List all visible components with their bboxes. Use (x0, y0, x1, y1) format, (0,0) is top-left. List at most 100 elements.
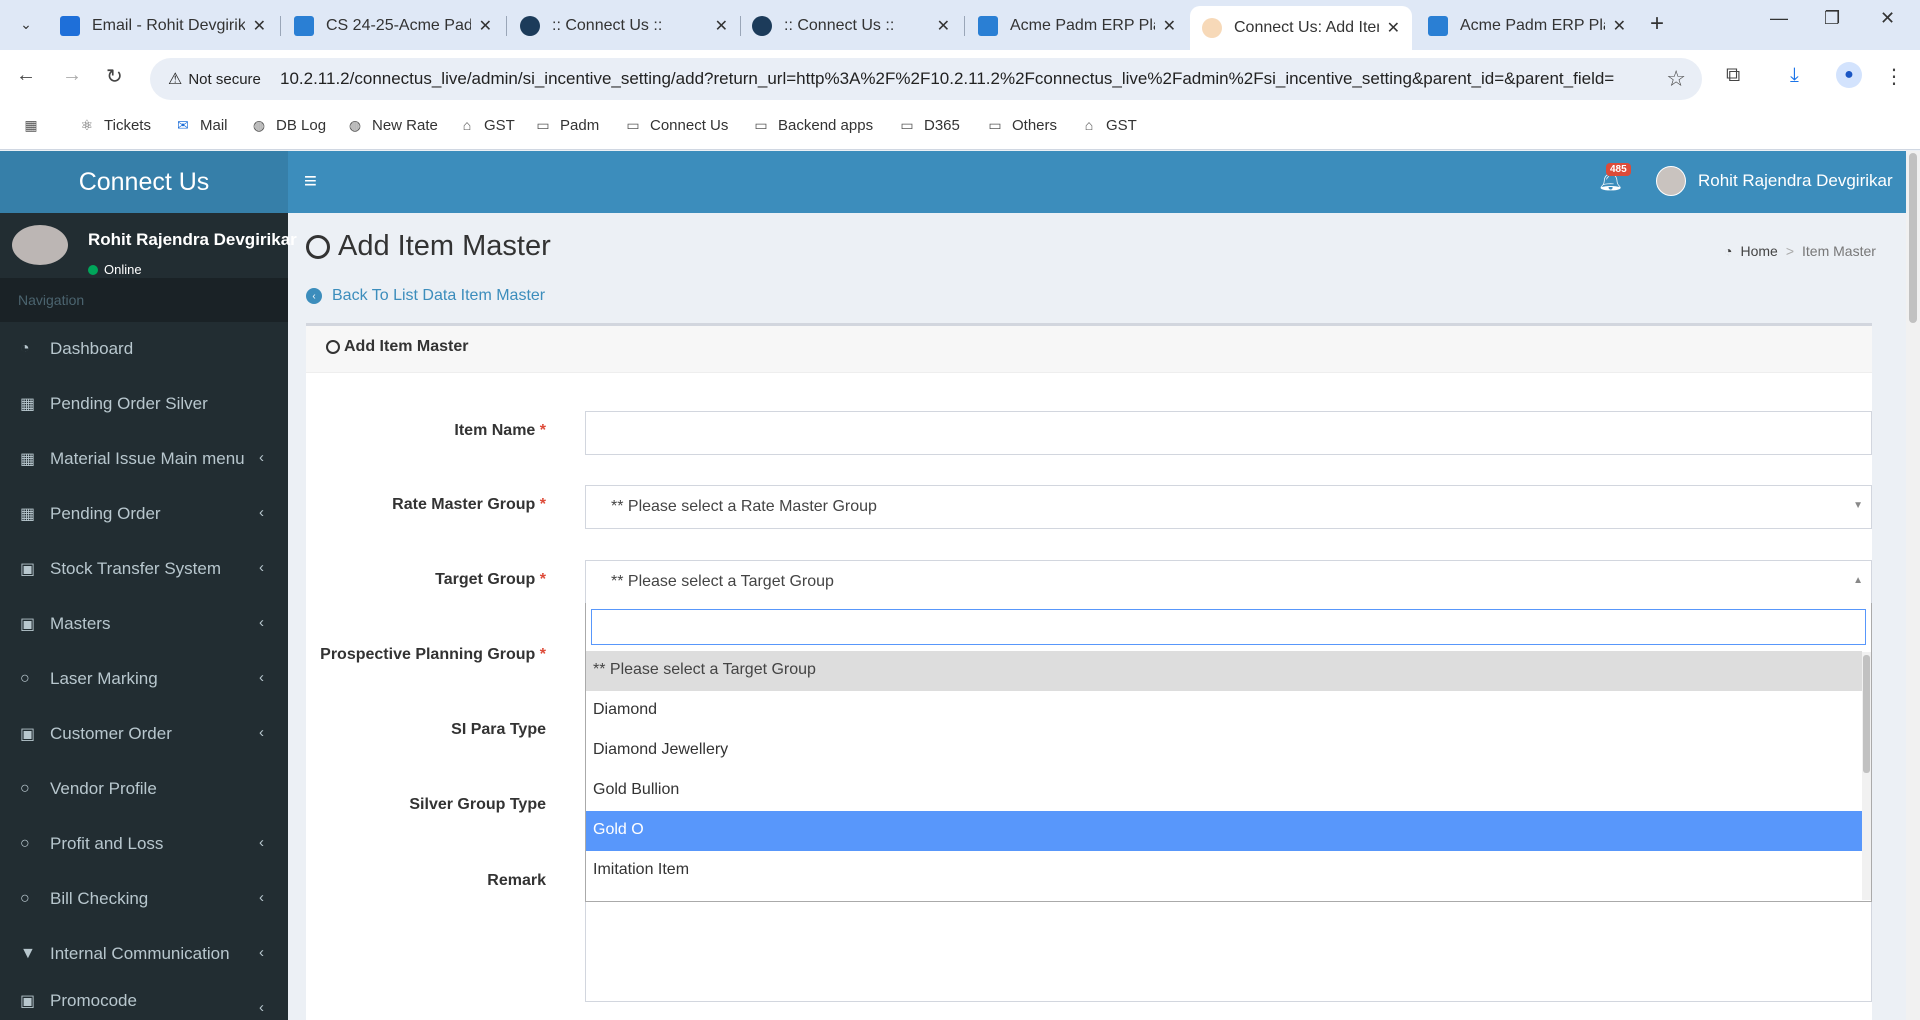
bookmark-folder[interactable]: ▭ D365 (898, 116, 959, 134)
apps-grid-icon[interactable]: ▦ (22, 116, 48, 134)
breadcrumb-home[interactable]: Home (1740, 243, 1777, 259)
not-secure-chip[interactable]: ⚠ Not secure (168, 69, 261, 89)
sidebar-item-internal-communication[interactable]: ▼ Internal Communication ‹ (0, 926, 288, 981)
reload-icon[interactable]: ↻ (106, 64, 123, 89)
close-tab-icon[interactable]: ✕ (937, 16, 950, 36)
breadcrumb-current: Item Master (1802, 243, 1876, 259)
close-tab-icon[interactable]: ✕ (1387, 18, 1400, 38)
sidebar-item-promocode[interactable]: ▣ Promocode ‹ (0, 981, 288, 1020)
extensions-icon[interactable]: ⧉ (1726, 64, 1740, 87)
money-icon: ▣ (20, 560, 36, 578)
dashboard-icon: ◔ (1724, 243, 1733, 259)
dropdown-option[interactable]: Imitation Item (586, 851, 1862, 891)
browser-tab[interactable]: CS 24-25-Acme Padm ✕ (282, 6, 504, 46)
restore-icon[interactable]: ❐ (1824, 8, 1840, 29)
address-bar[interactable]: ⚠ Not secure 10.2.11.2/connectus_live/adm… (150, 58, 1702, 100)
back-arrow-icon[interactable]: ← (16, 64, 36, 87)
sidebar-user-name: Rohit Rajendra Devgirikar (88, 230, 297, 249)
close-tab-icon[interactable]: ✕ (479, 16, 492, 36)
new-tab-button[interactable]: + (1650, 10, 1664, 38)
bookmark-star-icon[interactable]: ☆ (1666, 66, 1686, 92)
forward-arrow-icon[interactable]: → (62, 64, 82, 87)
page-scroll-thumb[interactable] (1909, 153, 1917, 323)
sidebar-item-bill-checking[interactable]: ○ Bill Checking ‹ (0, 871, 288, 926)
sidebar-item-pending-order[interactable]: ▦ Pending Order ‹ (0, 486, 288, 541)
dropdown-option[interactable]: Diamond (586, 691, 1862, 731)
close-tab-icon[interactable]: ✕ (1613, 16, 1626, 36)
close-tab-icon[interactable]: ✕ (1163, 16, 1176, 36)
sidebar-item-stock-transfer[interactable]: ▣ Stock Transfer System ‹ (0, 541, 288, 596)
avatar[interactable] (1656, 166, 1686, 196)
sidebar-item-vendor-profile[interactable]: ○ Vendor Profile (0, 761, 288, 816)
circle-icon: ○ (20, 834, 30, 852)
warning-icon: ⚠ (168, 71, 183, 88)
back-to-list-link[interactable]: ‹ Back To List Data Item Master (306, 287, 545, 305)
chevron-left-icon: ‹ (259, 999, 264, 1016)
header-user-name[interactable]: Rohit Rajendra Devgirikar (1698, 171, 1893, 191)
app-logo[interactable]: Connect Us (0, 151, 288, 213)
sidebar-item-profit-and-loss[interactable]: ○ Profit and Loss ‹ (0, 816, 288, 871)
download-icon[interactable]: ⤓ (1790, 64, 1799, 87)
browser-tab-active[interactable]: Connect Us: Add Iten ✕ (1190, 6, 1412, 50)
erp-favicon-icon (294, 16, 314, 36)
close-window-icon[interactable]: ✕ (1880, 8, 1895, 29)
circle-icon (326, 340, 340, 354)
globe-icon: ◍ (252, 116, 266, 133)
item-name-input[interactable] (585, 411, 1872, 455)
nav-header: Navigation (0, 278, 288, 322)
dropdown-option[interactable]: Gold Bullion (586, 771, 1862, 811)
browser-tab[interactable]: Acme Padm ERP Plat ✕ (966, 6, 1188, 46)
dropdown-option[interactable]: Diamond Jewellery (586, 731, 1862, 771)
browser-tab[interactable]: Email - Rohit Devgirik ✕ (48, 6, 278, 46)
bookmark-item[interactable]: ◍ DB Log (250, 116, 326, 134)
sidebar-item-pending-order-silver[interactable]: ▦ Pending Order Silver (0, 376, 288, 431)
dropdown-option[interactable]: ** Please select a Target Group (586, 651, 1862, 691)
hamburger-menu-icon[interactable]: ≡ (304, 168, 317, 194)
tab-search-chevron-icon[interactable]: ⌄ (12, 10, 40, 38)
minimize-icon[interactable]: — (1770, 8, 1788, 29)
dashboard-icon: ◔ (20, 339, 30, 357)
bookmark-folder[interactable]: ▭ Others (986, 116, 1057, 134)
bookmark-item[interactable]: ⚛ Tickets (78, 116, 151, 134)
browser-tab[interactable]: Acme Padm ERP Plat ✕ (1416, 6, 1638, 46)
caret-up-icon: ▲ (1853, 575, 1863, 586)
chevron-left-icon: ‹ (259, 614, 264, 631)
bookmark-item[interactable]: ◍ New Rate (346, 116, 438, 134)
url-text[interactable]: 10.2.11.2/connectus_live/admin/si_incent… (280, 69, 1770, 89)
profile-icon[interactable]: ● (1836, 62, 1862, 88)
sidebar-item-customer-order[interactable]: ▣ Customer Order ‹ (0, 706, 288, 761)
chevron-left-icon: ‹ (259, 834, 264, 851)
browser-tab[interactable]: :: Connect Us :: ✕ (740, 6, 962, 46)
target-group-label: Target Group * (435, 571, 546, 588)
chevron-left-icon: ‹ (259, 724, 264, 741)
silver-group-type-label: Silver Group Type (409, 796, 546, 813)
mail-icon: ✉ (177, 116, 189, 133)
browser-tab[interactable]: :: Connect Us :: ✕ (508, 6, 740, 46)
bookmark-folder[interactable]: ▭ Connect Us (624, 116, 728, 134)
bookmark-folder[interactable]: ▭ Backend apps (752, 116, 873, 134)
caret-down-icon: ▼ (1853, 500, 1863, 511)
dropdown-scroll-thumb[interactable] (1863, 655, 1870, 773)
outlook-icon (60, 16, 80, 36)
bookmark-item[interactable]: ✉ Mail (174, 116, 227, 134)
close-tab-icon[interactable]: ✕ (253, 16, 266, 36)
chevron-left-icon: ‹ (259, 449, 264, 466)
building-icon: ⌂ (462, 117, 472, 133)
chevron-left-circle-icon: ‹ (306, 288, 322, 304)
sidebar-item-material-issue[interactable]: ▦ Material Issue Main menu ‹ (0, 431, 288, 486)
page-title: Add Item Master (306, 230, 551, 263)
folder-icon: ▭ (536, 116, 550, 133)
sidebar-item-masters[interactable]: ▣ Masters ‹ (0, 596, 288, 651)
dropdown-search-input[interactable] (591, 609, 1866, 645)
target-group-select[interactable]: ** Please select a Target Group ▲ (585, 560, 1872, 604)
dropdown-option-highlighted[interactable]: Gold O (586, 811, 1862, 851)
sidebar-item-dashboard[interactable]: ◔ Dashboard (0, 321, 288, 376)
bookmark-item[interactable]: ⌂ GST (1080, 116, 1137, 134)
bookmark-folder[interactable]: ▭ Padm (534, 116, 599, 134)
browser-menu-icon[interactable]: ⋮ (1884, 64, 1904, 89)
bookmark-item[interactable]: ⌂ GST (458, 116, 515, 134)
rate-master-group-select[interactable]: ** Please select a Rate Master Group ▼ (585, 485, 1872, 529)
close-tab-icon[interactable]: ✕ (715, 16, 728, 36)
sidebar-avatar (12, 225, 68, 265)
sidebar-item-laser-marking[interactable]: ○ Laser Marking ‹ (0, 651, 288, 706)
